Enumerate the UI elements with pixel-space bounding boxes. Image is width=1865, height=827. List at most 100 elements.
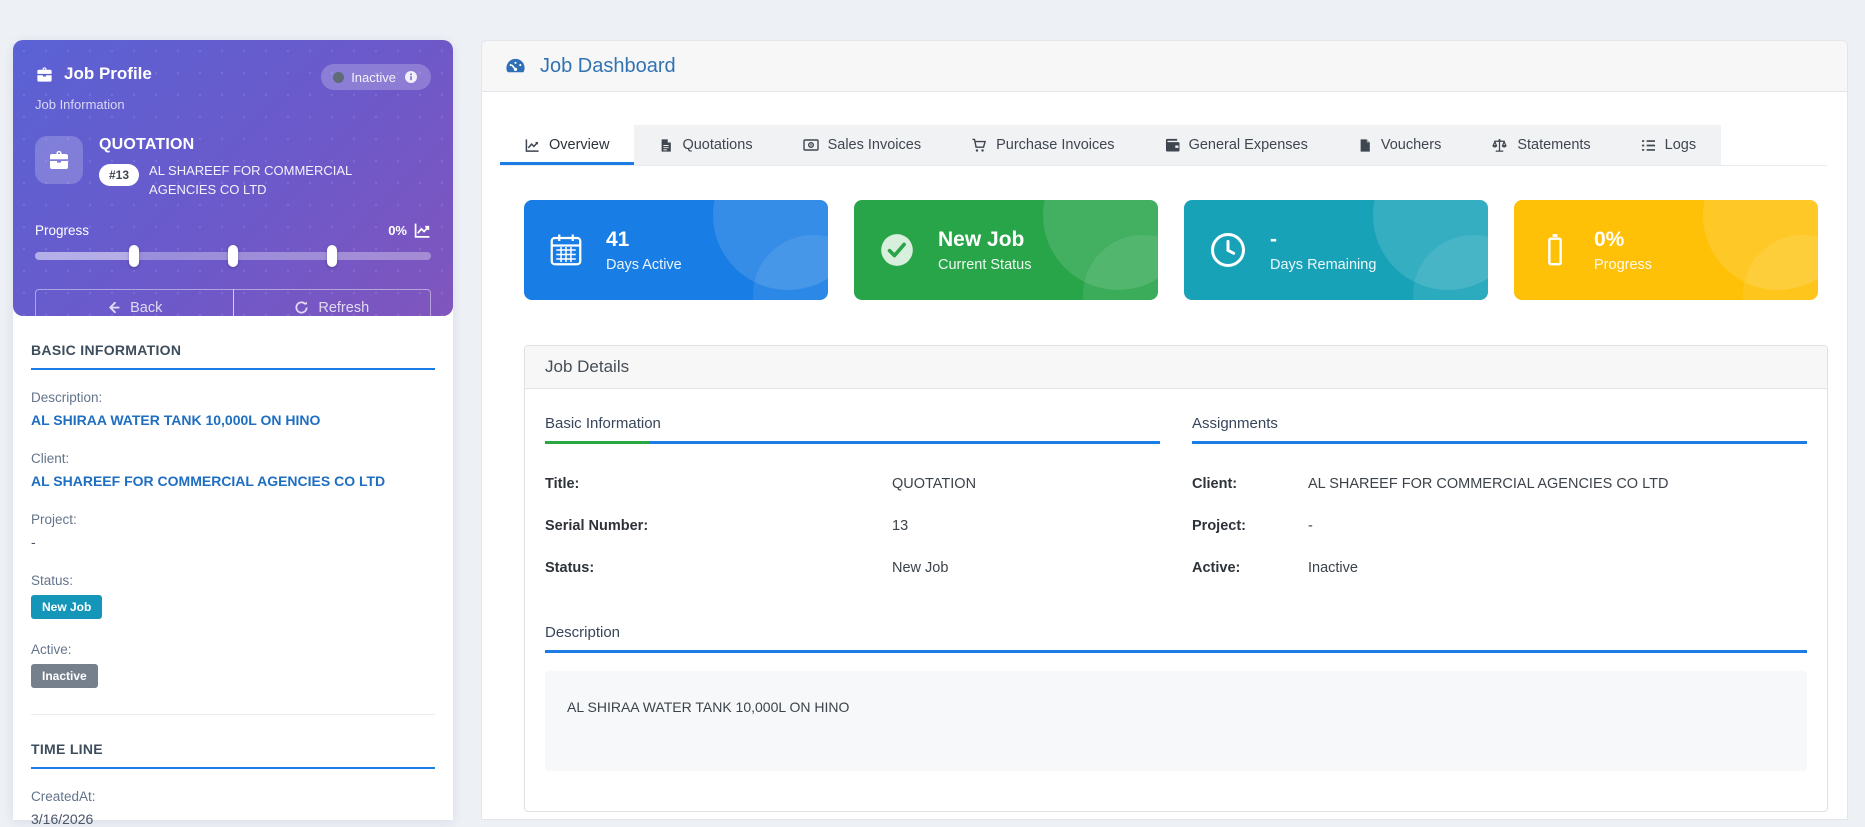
project-value: - bbox=[31, 534, 435, 550]
dashboard-header: Job Dashboard bbox=[482, 41, 1847, 92]
wallet-icon bbox=[1165, 138, 1180, 152]
job-details-heading: Job Details bbox=[525, 346, 1827, 389]
job-profile-sidebar: Job Profile Inactive Job Information QUO… bbox=[13, 40, 453, 820]
chart-line-icon[interactable] bbox=[414, 222, 431, 239]
page-title: Job Dashboard bbox=[540, 55, 676, 78]
job-details-card: Job Details Basic Information Title: QUO… bbox=[524, 345, 1828, 812]
detail-value: New Job bbox=[892, 560, 948, 576]
stat-value: 0% bbox=[1594, 227, 1652, 253]
detail-row: Client: AL SHAREEF FOR COMMERCIAL AGENCI… bbox=[1192, 476, 1807, 492]
back-button[interactable]: Back bbox=[35, 289, 234, 327]
detail-row: Serial Number: 13 bbox=[545, 518, 1160, 534]
client-field: Client: AL SHAREEF FOR COMMERCIAL AGENCI… bbox=[31, 451, 435, 489]
field-label: Project: bbox=[31, 512, 435, 527]
document-icon bbox=[659, 138, 673, 153]
detail-value: QUOTATION bbox=[892, 476, 976, 492]
progress-slider-handle[interactable] bbox=[327, 245, 337, 267]
active-field: Active: Inactive bbox=[31, 642, 435, 688]
detail-value: - bbox=[1308, 518, 1313, 534]
check-circle-icon bbox=[878, 231, 916, 269]
tab-label: Purchase Invoices bbox=[996, 137, 1114, 153]
tab-overview[interactable]: Overview bbox=[500, 125, 634, 165]
tab-vouchers[interactable]: Vouchers bbox=[1333, 125, 1466, 165]
stat-progress: 0% Progress bbox=[1514, 200, 1818, 300]
detail-label: Serial Number: bbox=[545, 518, 892, 534]
detail-label: Status: bbox=[545, 560, 892, 576]
job-title: QUOTATION bbox=[99, 136, 417, 154]
active-badge: Inactive bbox=[31, 664, 98, 688]
tab-bar: Overview Quotations Sales Invoices bbox=[500, 125, 1827, 166]
list-icon bbox=[1641, 139, 1656, 152]
description-section: Description AL SHIRAA WATER TANK 10,000L… bbox=[545, 624, 1807, 771]
project-field: Project: - bbox=[31, 512, 435, 550]
progress-slider-handle[interactable] bbox=[228, 245, 238, 267]
voucher-icon bbox=[1358, 138, 1372, 153]
client-link[interactable]: AL SHAREEF FOR COMMERCIAL AGENCIES CO LT… bbox=[31, 473, 435, 489]
stat-value: New Job bbox=[938, 227, 1032, 253]
tab-statements[interactable]: Statements bbox=[1466, 125, 1615, 165]
progress-label: Progress bbox=[35, 223, 89, 238]
field-label: Status: bbox=[31, 573, 435, 588]
refresh-button[interactable]: Refresh bbox=[233, 289, 432, 327]
detail-label: Title: bbox=[545, 476, 892, 492]
description-link[interactable]: AL SHIRAA WATER TANK 10,000L ON HINO bbox=[31, 412, 435, 428]
section-title: Assignments bbox=[1192, 415, 1807, 441]
stat-label: Current Status bbox=[938, 257, 1032, 273]
tab-quotations[interactable]: Quotations bbox=[634, 125, 777, 165]
status-dot-icon bbox=[333, 72, 344, 83]
stat-label: Days Remaining bbox=[1270, 257, 1376, 273]
profile-header: Job Profile bbox=[35, 64, 152, 84]
stat-days-remaining: - Days Remaining bbox=[1184, 200, 1488, 300]
chart-line-icon bbox=[525, 138, 540, 153]
serial-number-pill: #13 bbox=[99, 164, 139, 186]
detail-row: Status: New Job bbox=[545, 560, 1160, 576]
detail-label: Project: bbox=[1192, 518, 1308, 534]
profile-subtitle: Job Information bbox=[35, 97, 431, 112]
detail-row: Project: - bbox=[1192, 518, 1807, 534]
detail-row: Active: Inactive bbox=[1192, 560, 1807, 576]
status-pill-label: Inactive bbox=[351, 70, 396, 85]
tab-label: Overview bbox=[549, 137, 609, 153]
progress-slider[interactable] bbox=[35, 245, 431, 267]
stat-days-active: 41 Days Active bbox=[524, 200, 828, 300]
tab-logs[interactable]: Logs bbox=[1616, 125, 1721, 165]
tab-label: Statements bbox=[1517, 137, 1590, 153]
progress-slider-fill bbox=[35, 252, 134, 260]
status-field: Status: New Job bbox=[31, 573, 435, 619]
description-field: Description: AL SHIRAA WATER TANK 10,000… bbox=[31, 390, 435, 428]
progress-value: 0% bbox=[388, 223, 407, 238]
section-title: Basic Information bbox=[545, 415, 1160, 441]
section-title: Description bbox=[545, 624, 1807, 650]
detail-value: Inactive bbox=[1308, 560, 1358, 576]
stat-value: - bbox=[1270, 227, 1376, 253]
detail-value: AL SHAREEF FOR COMMERCIAL AGENCIES CO LT… bbox=[1308, 476, 1668, 492]
progress-slider-handle[interactable] bbox=[129, 245, 139, 267]
divider bbox=[31, 714, 435, 715]
description-text-box: AL SHIRAA WATER TANK 10,000L ON HINO bbox=[545, 671, 1807, 771]
tab-purchase-invoices[interactable]: Purchase Invoices bbox=[946, 125, 1139, 165]
tab-label: Vouchers bbox=[1381, 137, 1441, 153]
arrow-left-icon bbox=[106, 300, 121, 315]
active-status-pill: Inactive bbox=[321, 64, 431, 90]
info-icon[interactable] bbox=[403, 69, 419, 85]
back-button-label: Back bbox=[130, 300, 162, 316]
section-underline bbox=[545, 650, 1807, 653]
tab-sales-invoices[interactable]: Sales Invoices bbox=[778, 125, 947, 165]
tab-label: General Expenses bbox=[1189, 137, 1308, 153]
clock-icon bbox=[1208, 230, 1248, 270]
field-label: Active: bbox=[31, 642, 435, 657]
refresh-button-label: Refresh bbox=[318, 300, 369, 316]
job-dashboard-panel: Job Dashboard Overview Quotations bbox=[481, 40, 1848, 820]
timeline-heading: TIME LINE bbox=[31, 741, 435, 769]
briefcase-icon bbox=[35, 65, 54, 84]
tab-label: Quotations bbox=[682, 137, 752, 153]
tachometer-icon bbox=[504, 55, 527, 78]
detail-value: 13 bbox=[892, 518, 908, 534]
detail-label: Active: bbox=[1192, 560, 1308, 576]
basic-information-heading: BASIC INFORMATION bbox=[31, 342, 435, 370]
created-at-field: CreatedAt: 3/16/2026 bbox=[31, 789, 435, 827]
field-label: Description: bbox=[31, 390, 435, 405]
tab-general-expenses[interactable]: General Expenses bbox=[1140, 125, 1333, 165]
money-bill-icon bbox=[803, 138, 819, 152]
stat-cards-row: 41 Days Active New Job Current Status bbox=[524, 200, 1827, 300]
